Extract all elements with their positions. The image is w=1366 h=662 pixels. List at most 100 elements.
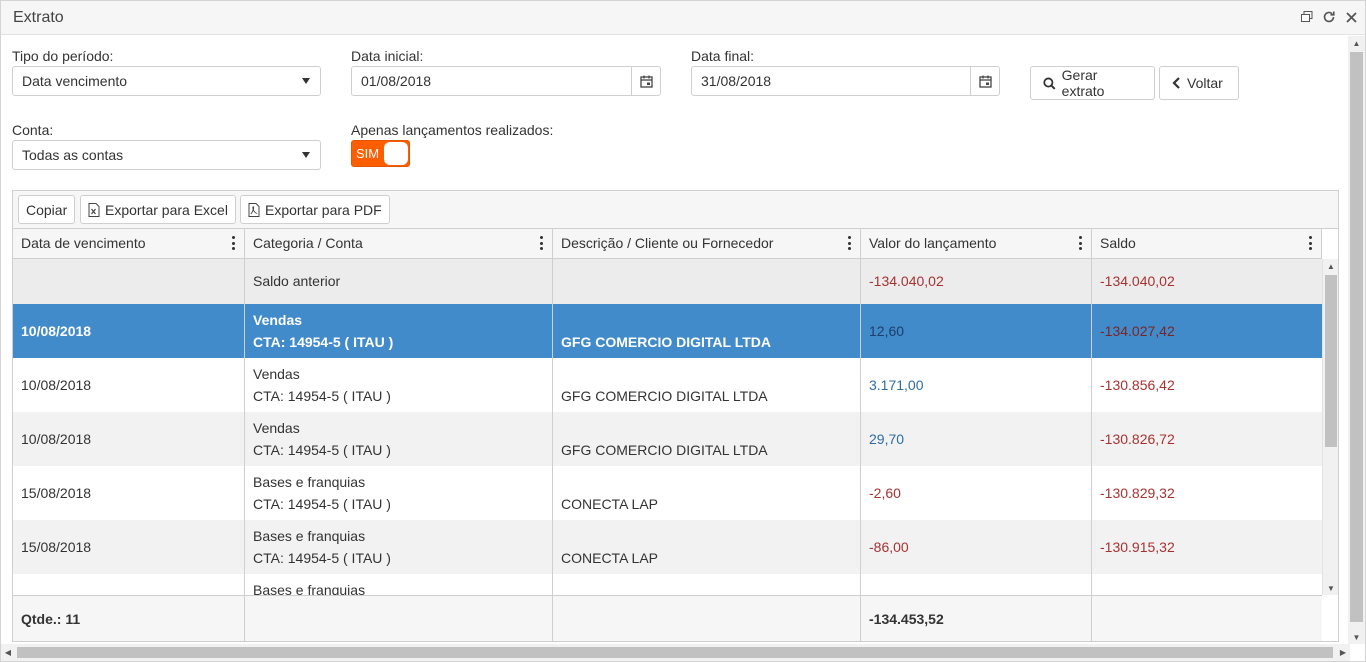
table-row[interactable]: 15/08/2018 Bases e franquias CTA: 14954-… (13, 520, 1322, 574)
close-icon[interactable] (1343, 7, 1359, 27)
descricao-cell: GFG COMERCIO DIGITAL LTDA (553, 358, 861, 412)
scroll-thumb[interactable] (17, 647, 1333, 658)
refresh-icon[interactable] (1321, 7, 1337, 27)
descricao-cell (553, 574, 861, 595)
tipo-periodo-value: Data vencimento (22, 73, 128, 89)
voltar-button[interactable]: Voltar (1159, 66, 1239, 100)
table-row[interactable]: 10/08/2018 Vendas CTA: 14954-5 ( ITAU ) … (13, 304, 1322, 358)
tipo-periodo-select[interactable]: Data vencimento (12, 66, 321, 96)
scroll-thumb[interactable] (1350, 52, 1363, 622)
calendar-icon[interactable] (970, 67, 999, 95)
exportar-pdf-label: Exportar para PDF (265, 201, 382, 218)
data-final-input[interactable]: 31/08/2018 (691, 66, 1000, 96)
descricao-cell (553, 259, 861, 304)
conta-value: CTA: 14954-5 ( ITAU ) (253, 388, 391, 404)
descricao-cell: CONECTA LAP (553, 520, 861, 574)
column-menu-icon[interactable] (848, 236, 852, 250)
valor-value: 12,60 (869, 323, 905, 339)
descricao-value: CONECTA LAP (561, 496, 658, 512)
apenas-realizados-label: Apenas lançamentos realizados: (351, 122, 554, 138)
table-row[interactable]: 10/08/2018 Vendas CTA: 14954-5 ( ITAU ) … (13, 358, 1322, 412)
column-header-categoria[interactable]: Categoria / Conta (245, 229, 553, 259)
scroll-right-icon[interactable]: ▶ (1336, 644, 1350, 661)
data-cell: 10/08/2018 (13, 304, 245, 358)
column-header-valor[interactable]: Valor do lançamento (861, 229, 1092, 259)
voltar-label: Voltar (1187, 75, 1223, 91)
title-bar: Extrato (1, 1, 1365, 35)
scroll-up-icon[interactable]: ▲ (1323, 259, 1338, 273)
saldo-anterior-row[interactable]: Saldo anterior -134.040,02 -134.040,02 (13, 259, 1322, 304)
data-inicial-input[interactable]: 01/08/2018 (351, 66, 661, 96)
column-menu-icon[interactable] (540, 236, 544, 250)
descricao-value: GFG COMERCIO DIGITAL LTDA (561, 388, 768, 404)
column-menu-icon[interactable] (1309, 236, 1313, 250)
table-row[interactable]: 10/08/2018 Vendas CTA: 14954-5 ( ITAU ) … (13, 412, 1322, 466)
categoria-value: Bases e franquias (253, 582, 366, 595)
data-inicial-value: 01/08/2018 (361, 73, 432, 89)
categoria-value: Bases e franquias (253, 474, 366, 490)
data-cell (13, 574, 245, 595)
copiar-button[interactable]: Copiar (18, 195, 76, 224)
categoria-cell: Bases e franquias (245, 574, 553, 595)
valor-value: -86,00 (869, 539, 909, 555)
total-value: -134.453,52 (869, 611, 944, 627)
grid-vertical-scrollbar[interactable]: ▲ ▼ (1322, 259, 1338, 595)
descricao-value: CONECTA LAP (561, 550, 658, 566)
saldo-value: -130.856,42 (1100, 377, 1175, 393)
conta-value: Todas as contas (22, 147, 124, 163)
chevron-down-icon (302, 78, 310, 84)
scroll-down-icon[interactable]: ▼ (1323, 581, 1338, 595)
table-row[interactable]: 15/08/2018 Bases e franquias CTA: 14954-… (13, 466, 1322, 520)
restore-icon[interactable] (1299, 7, 1315, 27)
grid-body: Saldo anterior -134.040,02 -134.040,02 1… (13, 259, 1322, 595)
window-horizontal-scrollbar[interactable]: ◀ ▶ (1, 644, 1350, 661)
toggle-text: SIM (356, 146, 380, 161)
grid-header: Data de vencimento Categoria / Conta Des… (13, 229, 1322, 259)
data-inicial-label: Data inicial: (351, 48, 424, 64)
column-header-saldo[interactable]: Saldo (1092, 229, 1322, 259)
saldo-cell: -134.027,42 (1092, 304, 1322, 358)
categoria-cell: Bases e franquias CTA: 14954-5 ( ITAU ) (245, 520, 553, 574)
calendar-icon[interactable] (631, 67, 660, 95)
excel-file-icon (88, 202, 100, 217)
extrato-window: Extrato Tipo do período: Data vencimento… (0, 0, 1366, 662)
valor-cell: -86,00 (861, 520, 1092, 574)
window-title: Extrato (13, 9, 64, 26)
exportar-pdf-button[interactable]: Exportar para PDF (240, 195, 390, 224)
table-row[interactable]: Bases e franquias (13, 574, 1322, 595)
column-header-label: Saldo (1100, 235, 1136, 251)
column-menu-icon[interactable] (1079, 236, 1083, 250)
conta-value: CTA: 14954-5 ( ITAU ) (253, 496, 391, 512)
saldo-cell: -130.826,72 (1092, 412, 1322, 466)
gerar-extrato-button[interactable]: Gerar extrato (1030, 66, 1155, 100)
categoria-cell: Vendas CTA: 14954-5 ( ITAU ) (245, 304, 553, 358)
data-final-label: Data final: (691, 48, 755, 64)
valor-value: -2,60 (869, 485, 901, 501)
saldo-cell: -130.856,42 (1092, 358, 1322, 412)
column-menu-icon[interactable] (232, 236, 236, 250)
exportar-excel-button[interactable]: Exportar para Excel (80, 195, 236, 224)
data-cell: 10/08/2018 (13, 358, 245, 412)
scroll-up-icon[interactable]: ▲ (1348, 36, 1365, 50)
descricao-cell: CONECTA LAP (553, 466, 861, 520)
column-header-descricao[interactable]: Descrição / Cliente ou Fornecedor (553, 229, 861, 259)
column-header-data[interactable]: Data de vencimento (13, 229, 245, 259)
grid-toolbar: Copiar Exportar para Excel Exportar para… (13, 191, 1338, 229)
scroll-left-icon[interactable]: ◀ (1, 644, 15, 661)
valor-cell: 12,60 (861, 304, 1092, 358)
window-vertical-scrollbar[interactable]: ▲ ▼ (1348, 36, 1365, 644)
scroll-thumb[interactable] (1325, 275, 1337, 447)
descricao-cell: GFG COMERCIO DIGITAL LTDA (553, 412, 861, 466)
data-value: 10/08/2018 (21, 323, 92, 339)
apenas-realizados-toggle[interactable]: SIM (351, 140, 410, 167)
column-header-label: Valor do lançamento (869, 235, 997, 251)
scroll-down-icon[interactable]: ▼ (1348, 630, 1365, 644)
data-cell (13, 259, 245, 304)
tipo-periodo-label: Tipo do período: (12, 48, 114, 64)
categoria-cell: Saldo anterior (245, 259, 553, 304)
descricao-value: GFG COMERCIO DIGITAL LTDA (561, 334, 771, 350)
saldo-anterior-saldo: -134.040,02 (1100, 273, 1175, 289)
descricao-cell: GFG COMERCIO DIGITAL LTDA (553, 304, 861, 358)
gerar-extrato-label: Gerar extrato (1061, 67, 1105, 99)
conta-select[interactable]: Todas as contas (12, 140, 321, 170)
